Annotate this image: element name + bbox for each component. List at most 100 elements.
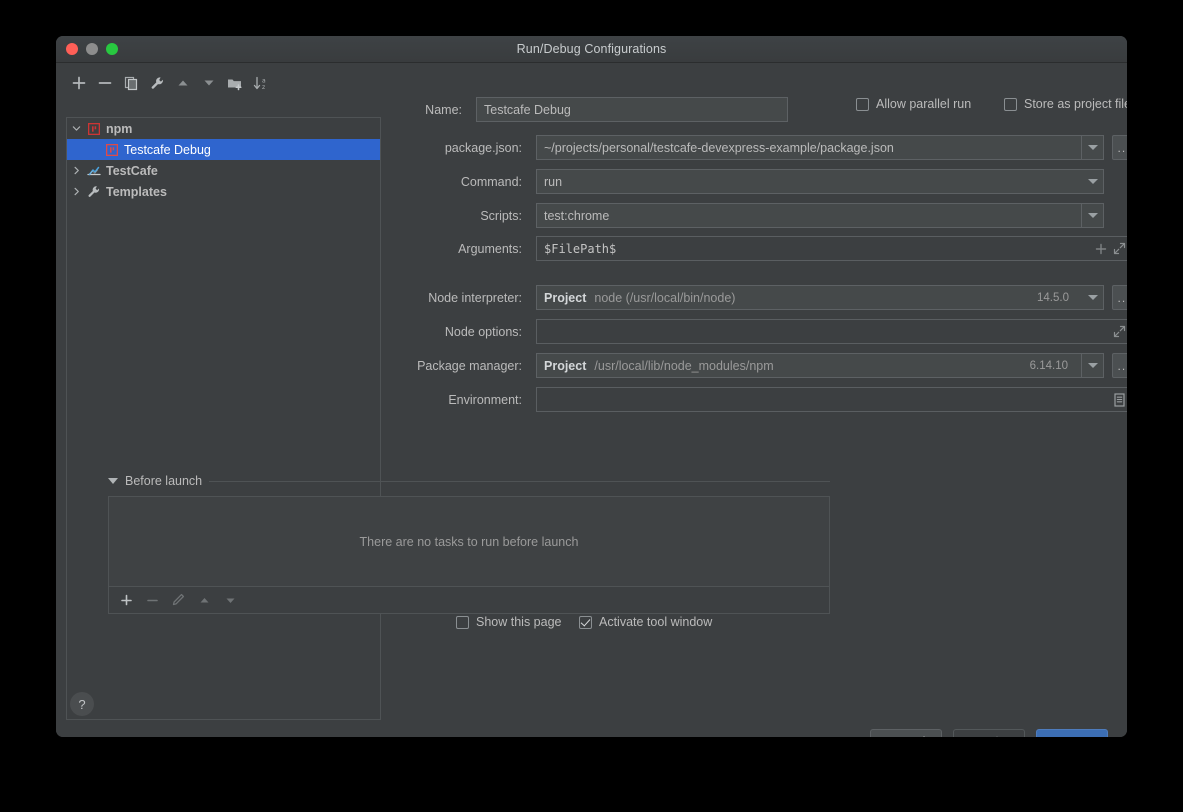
- chevron-right-icon[interactable]: [67, 187, 85, 196]
- window-titlebar: Run/Debug Configurations: [56, 36, 1127, 63]
- node-interpreter-combo[interactable]: Project node (/usr/local/bin/node) 14.5.…: [536, 285, 1104, 310]
- tree-item-testcafe[interactable]: TestCafe: [67, 160, 380, 181]
- show-this-page-label: Show this page: [476, 615, 562, 629]
- insert-macro-icon[interactable]: [1095, 243, 1107, 255]
- close-button[interactable]: [66, 43, 78, 55]
- allow-parallel-run-label: Allow parallel run: [876, 97, 972, 111]
- show-this-page-row[interactable]: Show this page: [456, 615, 561, 629]
- store-as-project-file-label: Store as project file: [1024, 97, 1127, 111]
- activate-tool-window-label: Activate tool window: [599, 615, 713, 629]
- node-interpreter-browse-button[interactable]: ...: [1112, 285, 1127, 310]
- command-row: Command: run: [394, 169, 1127, 194]
- run-debug-configurations-window: Run/Debug Configurations a z npm Testcaf…: [56, 36, 1127, 737]
- before-launch-task-list[interactable]: There are no tasks to run before launch: [108, 496, 830, 587]
- chevron-right-icon[interactable]: [67, 166, 85, 175]
- node-interpreter-value: node (/usr/local/bin/node): [594, 290, 736, 305]
- package-json-browse-button[interactable]: ...: [1112, 135, 1127, 160]
- configurations-toolbar: a z: [66, 69, 386, 97]
- chevron-down-icon[interactable]: [1081, 354, 1103, 377]
- before-launch-label: Before launch: [125, 474, 203, 488]
- package-manager-value: /usr/local/lib/node_modules/npm: [594, 358, 774, 373]
- package-json-label: package.json:: [444, 140, 522, 155]
- cancel-button[interactable]: Cancel: [870, 729, 942, 737]
- store-as-project-file-row[interactable]: Store as project file: [1004, 97, 1127, 111]
- environment-variables-icon[interactable]: [1113, 392, 1126, 407]
- show-this-page-checkbox[interactable]: [456, 615, 469, 629]
- tree-item-testcafe-debug[interactable]: Testcafe Debug: [67, 139, 380, 160]
- node-interpreter-version: 14.5.0: [1037, 291, 1069, 304]
- node-options-row: Node options:: [394, 319, 1127, 344]
- tree-item-label: Templates: [106, 184, 167, 199]
- package-json-combo[interactable]: ~/projects/personal/testcafe-devexpress-…: [536, 135, 1104, 160]
- name-input[interactable]: Testcafe Debug: [476, 97, 788, 122]
- package-json-value: ~/projects/personal/testcafe-devexpress-…: [544, 140, 894, 155]
- copy-configuration-button[interactable]: [118, 70, 144, 96]
- task-move-down-button[interactable]: [217, 587, 243, 613]
- remove-configuration-button[interactable]: [92, 70, 118, 96]
- maximize-button[interactable]: [106, 43, 118, 55]
- task-move-up-button[interactable]: [191, 587, 217, 613]
- chevron-down-icon[interactable]: [1082, 170, 1103, 193]
- tree-item-label: TestCafe: [106, 163, 158, 178]
- collapse-triangle-icon[interactable]: [108, 478, 118, 484]
- environment-input[interactable]: [536, 387, 1127, 412]
- ok-button[interactable]: OK: [1036, 729, 1108, 737]
- apply-button[interactable]: Apply: [953, 729, 1025, 737]
- expand-editor-icon[interactable]: [1113, 242, 1126, 255]
- testcafe-icon: [85, 165, 103, 177]
- edit-task-button[interactable]: [165, 587, 191, 613]
- add-task-button[interactable]: [113, 587, 139, 613]
- arguments-label: Arguments:: [458, 241, 522, 256]
- arguments-row: Arguments: $FilePath$: [394, 236, 1127, 261]
- package-manager-browse-button[interactable]: ...: [1112, 353, 1127, 378]
- scripts-combo[interactable]: test:chrome: [536, 203, 1104, 228]
- tree-item-label: npm: [106, 121, 133, 136]
- move-down-button[interactable]: [196, 70, 222, 96]
- tree-item-npm[interactable]: npm: [67, 118, 380, 139]
- chevron-down-icon[interactable]: [1081, 136, 1103, 159]
- node-options-input[interactable]: [536, 319, 1127, 344]
- move-up-button[interactable]: [170, 70, 196, 96]
- scripts-label: Scripts:: [480, 208, 522, 223]
- allow-parallel-run-row[interactable]: Allow parallel run: [856, 97, 971, 111]
- wrench-icon: [85, 185, 103, 199]
- tree-item-templates[interactable]: Templates: [67, 181, 380, 202]
- tree-item-label: Testcafe Debug: [124, 142, 211, 157]
- command-combo[interactable]: run: [536, 169, 1104, 194]
- expand-editor-icon[interactable]: [1113, 325, 1126, 338]
- arguments-input[interactable]: $FilePath$: [536, 236, 1127, 261]
- package-manager-label: Package manager:: [417, 358, 522, 373]
- store-as-project-file-checkbox[interactable]: [1004, 97, 1017, 111]
- minimize-button[interactable]: [86, 43, 98, 55]
- dialog-buttons: Cancel Apply OK: [870, 729, 1108, 737]
- node-options-label: Node options:: [444, 324, 522, 339]
- dialog-body: a z npm Testcafe Debug TestCafe Template…: [56, 63, 1127, 737]
- package-manager-combo[interactable]: Project /usr/local/lib/node_modules/npm …: [536, 353, 1104, 378]
- before-launch-toolbar: [108, 587, 830, 614]
- add-configuration-button[interactable]: [66, 70, 92, 96]
- chevron-down-icon[interactable]: [1082, 286, 1103, 309]
- wrench-icon[interactable]: [144, 70, 170, 96]
- activate-tool-window-row[interactable]: Activate tool window: [579, 615, 712, 629]
- package-json-row: package.json: ~/projects/personal/testca…: [394, 135, 1127, 160]
- package-manager-tag: Project: [544, 358, 587, 373]
- allow-parallel-run-checkbox[interactable]: [856, 97, 869, 111]
- command-label: Command:: [460, 174, 522, 189]
- sort-az-icon[interactable]: a z: [248, 70, 274, 96]
- package-manager-version: 6.14.10: [1029, 359, 1068, 372]
- svg-text:z: z: [262, 84, 265, 91]
- activate-tool-window-checkbox[interactable]: [579, 615, 592, 629]
- environment-label: Environment:: [448, 392, 522, 407]
- new-folder-button[interactable]: [222, 70, 248, 96]
- help-button[interactable]: ?: [70, 692, 94, 716]
- configurations-tree[interactable]: npm Testcafe Debug TestCafe Templates: [66, 117, 381, 720]
- node-interpreter-row: Node interpreter: Project node (/usr/loc…: [394, 285, 1127, 310]
- environment-row: Environment:: [394, 387, 1127, 412]
- before-launch-header[interactable]: Before launch: [108, 474, 830, 488]
- chevron-down-icon[interactable]: [1081, 204, 1103, 227]
- npm-icon: [103, 143, 121, 156]
- chevron-down-icon[interactable]: [67, 124, 85, 133]
- header-divider: [209, 480, 830, 482]
- remove-task-button[interactable]: [139, 587, 165, 613]
- window-title: Run/Debug Configurations: [516, 42, 667, 56]
